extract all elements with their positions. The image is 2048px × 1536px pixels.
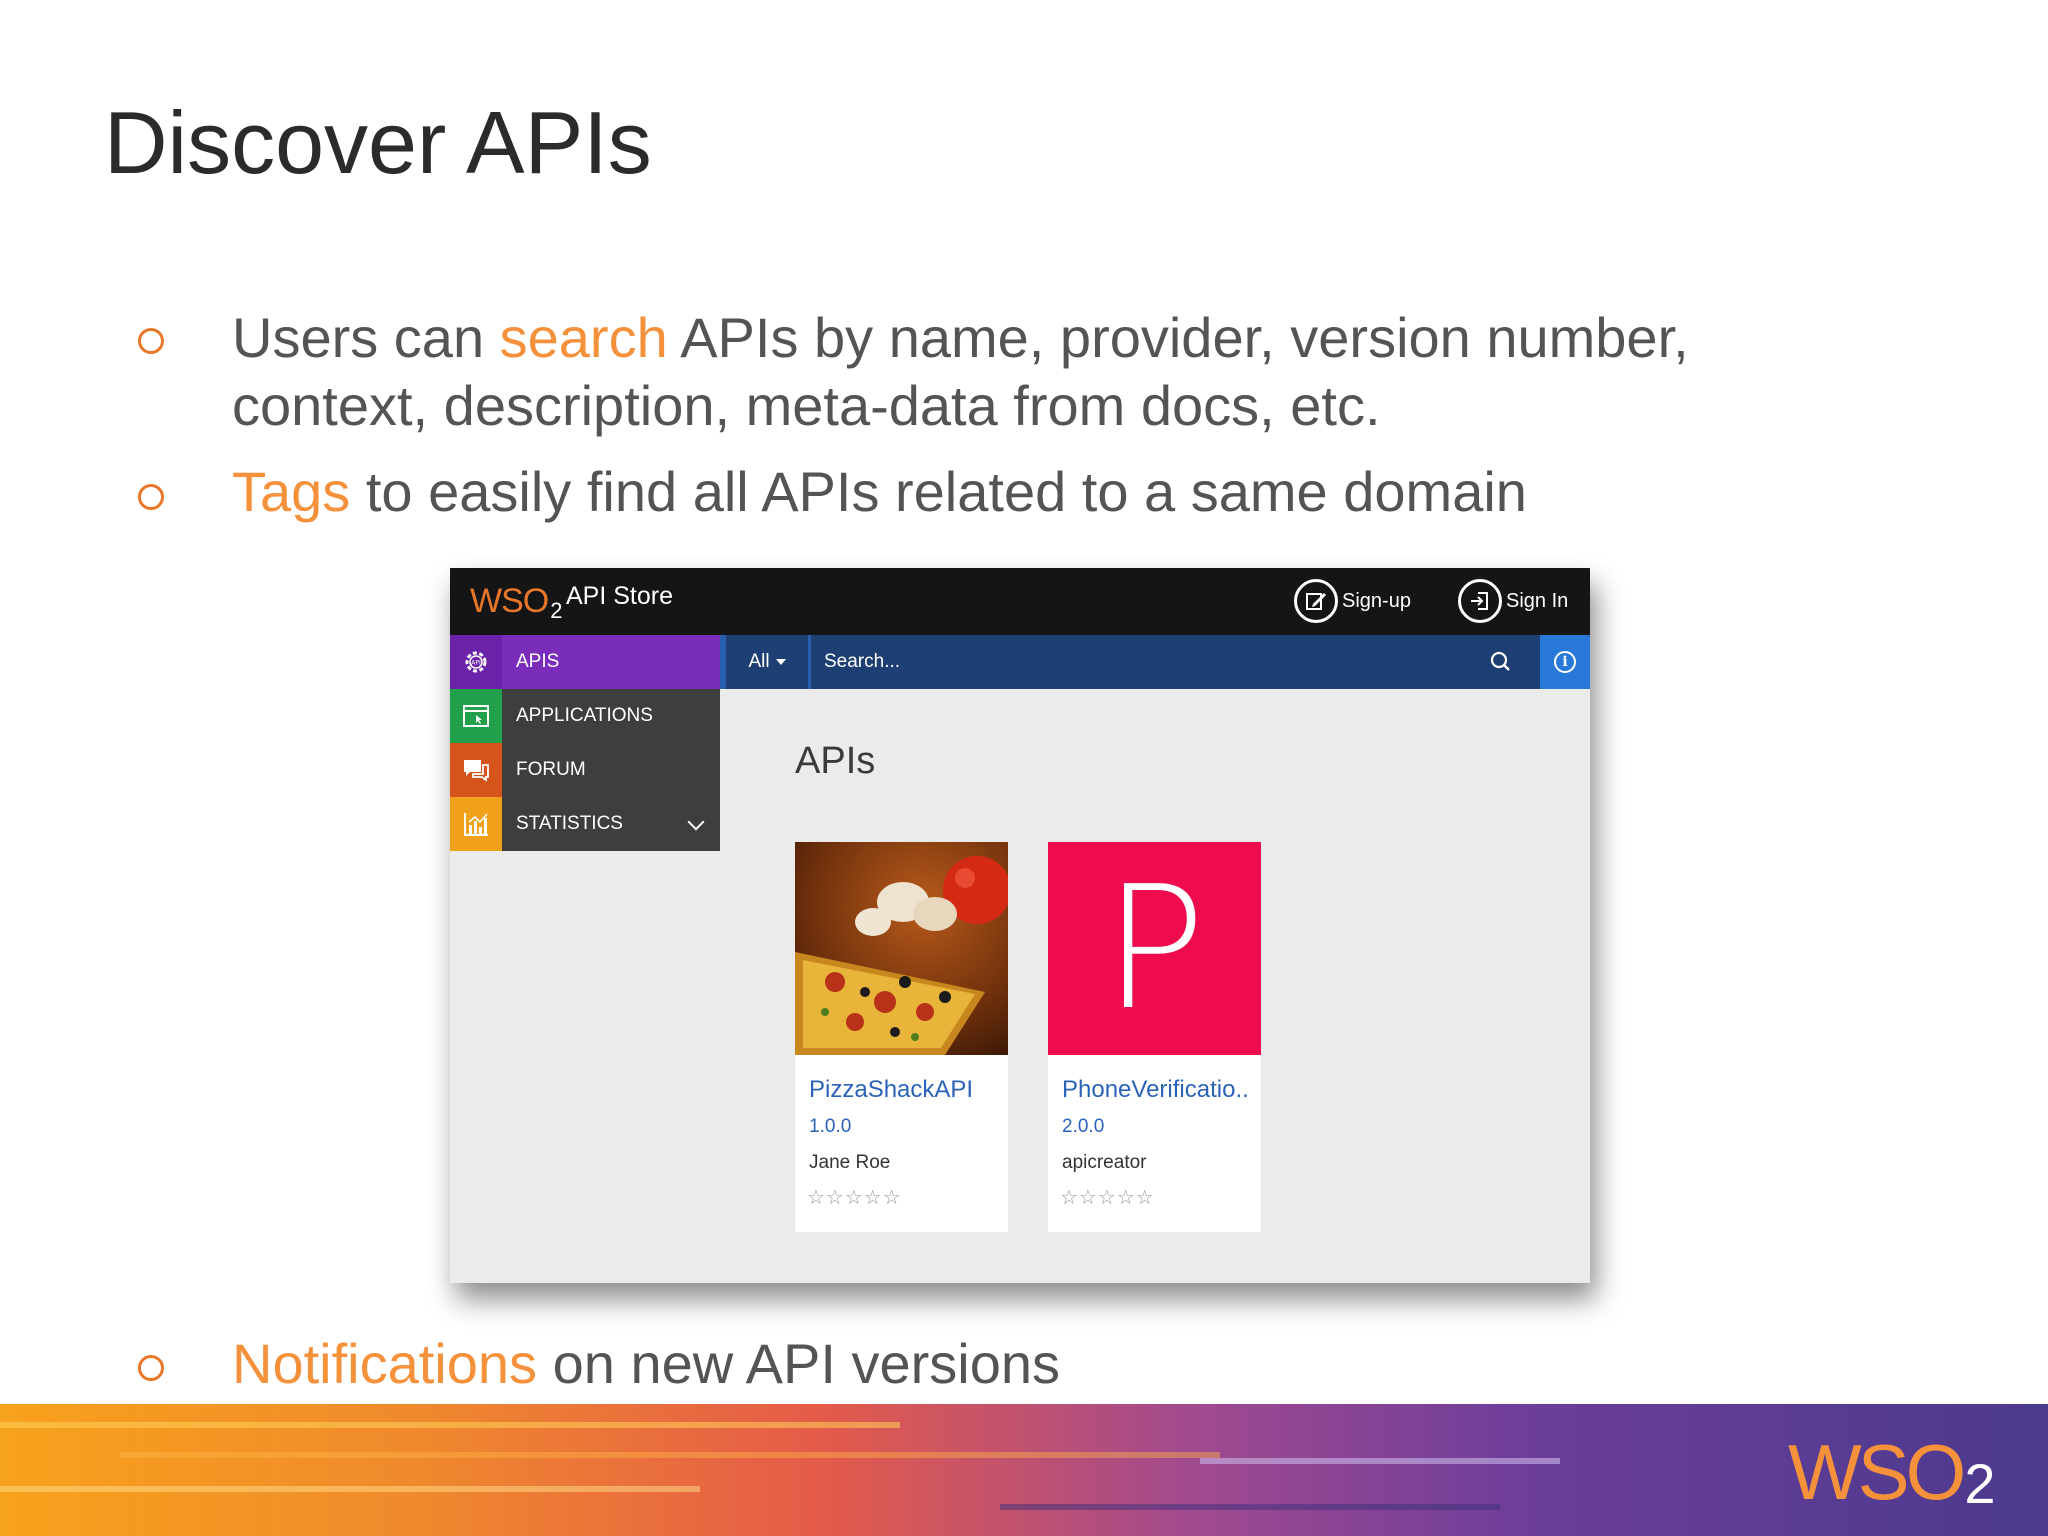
footer-logo-subscript: 2 xyxy=(1964,1452,1996,1515)
login-icon xyxy=(1458,579,1502,623)
edit-icon xyxy=(1294,579,1338,623)
api-version: 2.0.0 xyxy=(1062,1116,1105,1137)
bullet-text: on new API versions xyxy=(537,1332,1060,1395)
gear-api-icon: API xyxy=(450,635,502,689)
api-version: 1.0.0 xyxy=(809,1116,852,1137)
api-card-pizzashack[interactable]: PizzaShackAPI 1.0.0 Jane Roe ☆☆☆☆☆ xyxy=(795,842,1008,1232)
sidebar-item-label: FORUM xyxy=(516,759,586,780)
bullet-text: to easily find all APIs related to a sam… xyxy=(350,460,1527,523)
signin-button[interactable]: Sign In xyxy=(1458,576,1568,626)
footer-stripe xyxy=(0,1422,900,1428)
api-store-screenshot: WSO 2 API Store Sign-up Sign In All i xyxy=(450,568,1590,1283)
footer-stripe xyxy=(1200,1458,1560,1464)
chat-bubbles-icon xyxy=(450,743,502,797)
caret-down-icon xyxy=(775,659,786,665)
api-provider: apicreator xyxy=(1062,1152,1147,1173)
footer-stripe xyxy=(120,1452,1220,1458)
api-name-link[interactable]: PhoneVerificatio.. xyxy=(1062,1076,1249,1104)
signin-label: Sign In xyxy=(1506,589,1569,612)
search-divider xyxy=(808,635,811,689)
pizza-image[interactable] xyxy=(795,842,1008,1055)
search-scope-dropdown[interactable]: All xyxy=(720,635,808,689)
api-provider: Jane Roe xyxy=(809,1152,891,1173)
bullet-highlight: search xyxy=(499,306,668,369)
sidebar-item-applications[interactable]: APPLICATIONS xyxy=(450,689,720,743)
chevron-down-icon[interactable] xyxy=(687,813,705,831)
bullet-text: Users can xyxy=(232,306,500,369)
bullet-marker xyxy=(138,484,164,510)
search-input[interactable] xyxy=(824,635,1464,689)
api-card-phoneverification[interactable]: P PhoneVerificatio.. 2.0.0 apicreator ☆☆… xyxy=(1048,842,1261,1232)
footer-stripe xyxy=(0,1486,700,1492)
signup-button[interactable]: Sign-up xyxy=(1294,576,1411,626)
signup-label: Sign-up xyxy=(1342,589,1411,612)
bullet-highlight: Notifications xyxy=(232,1332,538,1395)
bullet-item: Tags to easily find all APIs related to … xyxy=(232,458,1852,526)
star-rating[interactable]: ☆☆☆☆☆ xyxy=(807,1185,902,1209)
bullet-item: Notifications on new API versions xyxy=(232,1330,1852,1398)
logo-text: WSO xyxy=(470,581,549,620)
api-thumbnail-letter: P xyxy=(1048,842,1261,1055)
footer-decoration xyxy=(0,1404,2048,1536)
footer-wso2-logo: WSO 2 xyxy=(1788,1432,1995,1512)
sidebar-nav: API APIS APPLICATIONS FORUM STATISTICS xyxy=(450,635,720,851)
search-scope-label: All xyxy=(748,651,770,672)
api-name-link[interactable]: PizzaShackAPI xyxy=(809,1076,973,1104)
slide-title: Discover APIs xyxy=(104,93,652,192)
section-title: APIs xyxy=(795,740,876,782)
sidebar-item-label: APPLICATIONS xyxy=(516,705,653,726)
footer-logo-text: WSO xyxy=(1788,1428,1966,1516)
store-header: WSO 2 API Store Sign-up Sign In xyxy=(450,568,1590,635)
search-icon[interactable] xyxy=(1486,647,1516,677)
sidebar-item-label: STATISTICS xyxy=(516,813,623,834)
bullet-marker xyxy=(138,328,164,354)
info-button[interactable]: i xyxy=(1540,635,1590,689)
star-rating[interactable]: ☆☆☆☆☆ xyxy=(1060,1185,1155,1209)
sidebar-item-statistics[interactable]: STATISTICS xyxy=(450,797,720,851)
store-title: API Store xyxy=(566,582,673,610)
bar-chart-icon xyxy=(450,797,502,851)
window-cursor-icon xyxy=(450,689,502,743)
sidebar-item-forum[interactable]: FORUM xyxy=(450,743,720,797)
bullet-item: Users can search APIs by name, provider,… xyxy=(232,304,1852,440)
logo-subscript: 2 xyxy=(550,598,563,623)
api-thumbnail[interactable]: P xyxy=(1048,842,1261,1055)
info-icon: i xyxy=(1554,651,1576,673)
search-bar: All i xyxy=(720,635,1590,689)
bullet-highlight: Tags xyxy=(232,460,351,523)
sidebar-item-apis[interactable]: API APIS xyxy=(450,635,720,689)
footer-stripe xyxy=(1000,1504,1500,1510)
wso2-logo[interactable]: WSO 2 xyxy=(470,578,562,624)
sidebar-item-label: APIS xyxy=(516,651,560,672)
svg-text:API: API xyxy=(471,660,481,667)
bullet-marker xyxy=(138,1355,164,1381)
